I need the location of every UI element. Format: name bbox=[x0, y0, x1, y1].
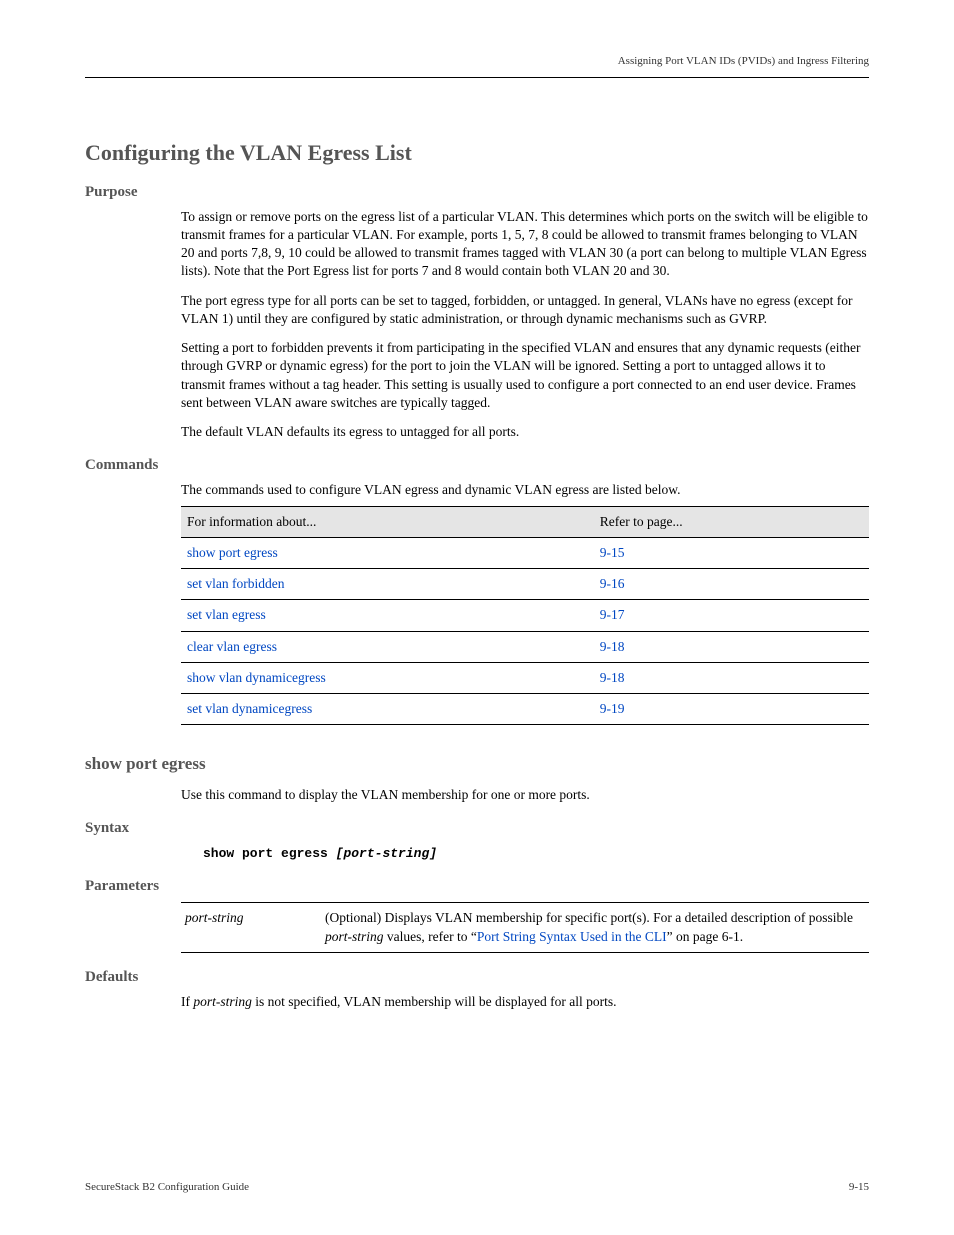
parameter-description: (Optional) Displays VLAN membership for … bbox=[321, 903, 869, 952]
column-header-task: For information about... bbox=[181, 506, 594, 537]
footer-left: SecureStack B2 Configuration Guide bbox=[85, 1180, 249, 1195]
purpose-paragraph-1: To assign or remove ports on the egress … bbox=[181, 208, 869, 281]
commands-table: For information about... Refer to page..… bbox=[181, 506, 869, 726]
parameters-table: port-string (Optional) Displays VLAN mem… bbox=[181, 902, 869, 952]
purpose-heading: Purpose bbox=[85, 182, 869, 202]
page-footer: SecureStack B2 Configuration Guide 9-15 bbox=[85, 1180, 869, 1195]
page-link[interactable]: 9-19 bbox=[594, 693, 869, 724]
table-row: clear vlan egress 9-18 bbox=[181, 631, 869, 662]
table-row: set vlan forbidden 9-16 bbox=[181, 569, 869, 600]
footer-page-number: 9-15 bbox=[849, 1180, 869, 1195]
table-row: set vlan dynamicegress 9-19 bbox=[181, 693, 869, 724]
purpose-paragraph-3: Setting a port to forbidden prevents it … bbox=[181, 339, 869, 412]
param-desc-text: ” on page 6-1. bbox=[667, 929, 743, 944]
page-link[interactable]: 9-18 bbox=[594, 631, 869, 662]
table-row: set vlan egress 9-17 bbox=[181, 600, 869, 631]
column-header-page: Refer to page... bbox=[594, 506, 869, 537]
param-desc-italic: port-string bbox=[325, 929, 384, 944]
defaults-text-pre: If bbox=[181, 994, 193, 1009]
page-link[interactable]: 9-16 bbox=[594, 569, 869, 600]
command-name-heading: show port egress bbox=[85, 753, 869, 776]
command-link[interactable]: set vlan egress bbox=[181, 600, 594, 631]
commands-intro: The commands used to configure VLAN egre… bbox=[181, 481, 869, 499]
defaults-text-post: is not specified, VLAN membership will b… bbox=[252, 994, 617, 1009]
table-row: show port egress 9-15 bbox=[181, 537, 869, 568]
purpose-paragraph-2: The port egress type for all ports can b… bbox=[181, 292, 869, 328]
defaults-heading: Defaults bbox=[85, 967, 869, 987]
syntax-heading: Syntax bbox=[85, 818, 869, 838]
page-link[interactable]: 9-17 bbox=[594, 600, 869, 631]
commands-heading: Commands bbox=[85, 455, 869, 475]
header-rule bbox=[85, 77, 869, 78]
command-link[interactable]: set vlan forbidden bbox=[181, 569, 594, 600]
defaults-text-italic: port-string bbox=[193, 994, 252, 1009]
command-link[interactable]: clear vlan egress bbox=[181, 631, 594, 662]
page-link[interactable]: 9-18 bbox=[594, 662, 869, 693]
command-description: Use this command to display the VLAN mem… bbox=[181, 786, 869, 804]
syntax-optional-arg: [port-string] bbox=[336, 846, 437, 861]
parameters-heading: Parameters bbox=[85, 876, 869, 896]
command-link[interactable]: set vlan dynamicegress bbox=[181, 693, 594, 724]
page-link[interactable]: 9-15 bbox=[594, 537, 869, 568]
section-title: Configuring the VLAN Egress List bbox=[85, 138, 869, 168]
syntax-line: show port egress [port-string] bbox=[203, 845, 869, 863]
param-desc-text: values, refer to “ bbox=[384, 929, 477, 944]
defaults-text: If port-string is not specified, VLAN me… bbox=[181, 993, 869, 1011]
page-header-right: Assigning Port VLAN IDs (PVIDs) and Ingr… bbox=[85, 54, 869, 69]
syntax-command: show port egress bbox=[203, 846, 328, 861]
table-row: port-string (Optional) Displays VLAN mem… bbox=[181, 903, 869, 952]
command-link[interactable]: show vlan dynamicegress bbox=[181, 662, 594, 693]
purpose-paragraph-4: The default VLAN defaults its egress to … bbox=[181, 423, 869, 441]
table-row: show vlan dynamicegress 9-18 bbox=[181, 662, 869, 693]
parameter-name: port-string bbox=[181, 903, 321, 952]
param-desc-text: (Optional) Displays VLAN membership for … bbox=[325, 910, 853, 925]
cross-reference-link[interactable]: Port String Syntax Used in the CLI bbox=[477, 929, 667, 944]
command-link[interactable]: show port egress bbox=[181, 537, 594, 568]
table-header-row: For information about... Refer to page..… bbox=[181, 506, 869, 537]
